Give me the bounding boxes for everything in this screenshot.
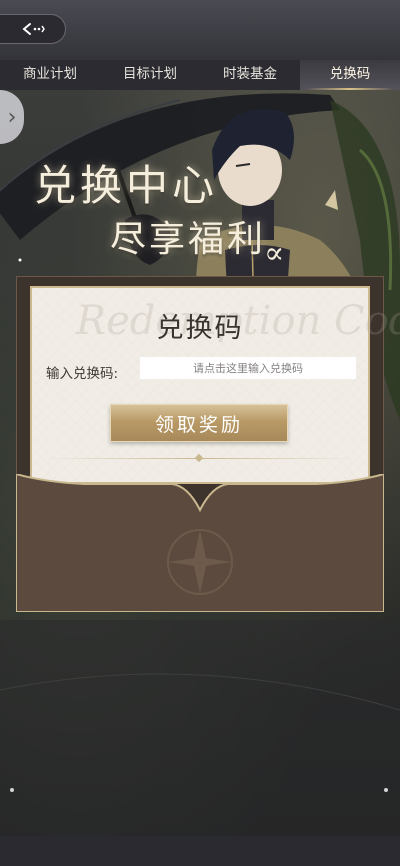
back-arrow-icon — [21, 23, 45, 35]
back-button[interactable] — [0, 14, 66, 44]
tab-goal-plan[interactable]: 目标计划 — [100, 60, 200, 90]
code-input-label: 输入兑换码: — [46, 366, 119, 382]
tab-bar: 商业计划 目标计划 时装基金 兑换码 — [0, 60, 400, 90]
card-title: 兑换码 — [156, 313, 244, 344]
divider-diamond-icon — [194, 453, 204, 463]
banner-mark: ∝ — [264, 236, 285, 271]
redeem-card: Redemption Code 兑换码 输入兑换码: 领取奖励 — [30, 286, 400, 484]
tab-fashion-fund[interactable]: 时装基金 — [200, 60, 300, 90]
top-bar — [0, 0, 400, 60]
banner-title: 兑换中心 — [34, 161, 219, 210]
bottom-bar — [0, 836, 400, 866]
tab-business-plan[interactable]: 商业计划 — [0, 60, 100, 90]
redeem-code-input[interactable] — [140, 357, 356, 379]
claim-reward-button[interactable]: 领取奖励 — [110, 404, 288, 442]
banner-subtitle: 尽享福利 — [110, 219, 267, 260]
envelope-front — [16, 474, 384, 612]
chevron-right-icon: › — [7, 104, 17, 130]
tab-redeem-code[interactable]: 兑换码 — [300, 60, 400, 90]
